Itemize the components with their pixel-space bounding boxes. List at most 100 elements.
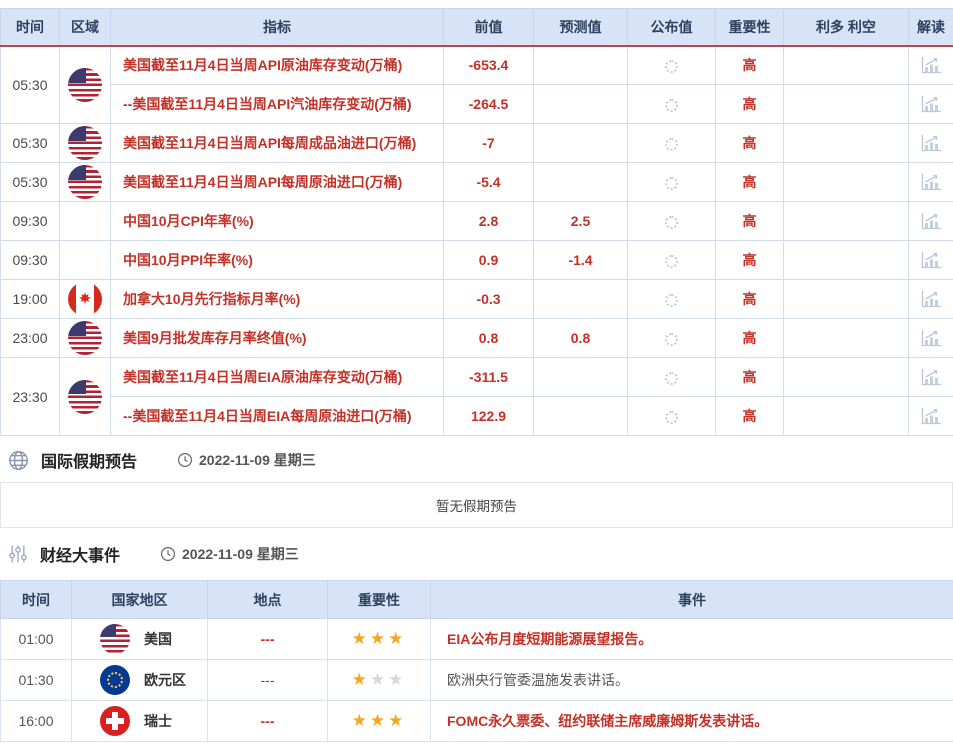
indicator-link[interactable]: 加拿大10月先行指标月率(%) xyxy=(123,291,300,307)
indicator-link[interactable]: 美国截至11月4日当周API每周原油进口(万桶) xyxy=(123,174,402,190)
indicator-link[interactable]: 美国截至11月4日当周API原油库存变动(万桶) xyxy=(123,57,402,73)
region-flag-icon xyxy=(68,282,102,316)
importance-label: 高 xyxy=(743,213,757,229)
chart-icon[interactable] xyxy=(920,173,942,192)
loading-spinner-icon xyxy=(665,216,678,229)
previous-value: 2.8 xyxy=(444,202,534,241)
importance-stars: ★★★ xyxy=(352,670,407,689)
indicator-link[interactable]: 中国10月PPI年率(%) xyxy=(123,252,253,268)
star-icon: ★ xyxy=(388,711,406,730)
col-header-importance: 重要性 xyxy=(716,9,784,46)
importance-cell: 高 xyxy=(716,46,784,85)
country-flag-icon xyxy=(100,665,130,695)
chart-icon[interactable] xyxy=(920,407,942,426)
indicator-link[interactable]: 美国截至11月4日当周EIA原油库存变动(万桶) xyxy=(123,369,402,385)
indicator-cell: 中国10月PPI年率(%) xyxy=(111,241,444,280)
loading-spinner-icon xyxy=(665,372,678,385)
time-cell: 01:00 xyxy=(1,619,72,660)
chart-icon[interactable] xyxy=(920,134,942,153)
indicator-cell: --美国截至11月4日当周API汽油库存变动(万桶) xyxy=(111,85,444,124)
location-cell: --- xyxy=(208,701,328,742)
published-cell xyxy=(628,85,716,124)
location-label: --- xyxy=(261,713,275,729)
event-link[interactable]: 欧洲央行管委温施发表讲话。 xyxy=(447,672,629,688)
interpret-cell xyxy=(909,163,953,202)
time-cell: 09:30 xyxy=(1,202,60,241)
star-icon: ★ xyxy=(352,711,370,730)
location-label: --- xyxy=(261,672,275,688)
table-row: 01:00 美国 --- ★★★ EIA公布月度短期能源展望报告。 xyxy=(1,619,953,660)
forecast-value xyxy=(534,280,628,319)
maple-leaf-icon xyxy=(78,292,93,307)
interpret-cell xyxy=(909,280,953,319)
interpret-cell xyxy=(909,358,953,397)
importance-cell: 高 xyxy=(716,280,784,319)
importance-stars: ★★★ xyxy=(352,629,407,648)
loading-spinner-icon xyxy=(665,99,678,112)
indicator-link[interactable]: 中国10月CPI年率(%) xyxy=(123,213,254,229)
published-cell xyxy=(628,280,716,319)
previous-value-label: 2.8 xyxy=(479,213,498,229)
chart-icon[interactable] xyxy=(920,212,942,231)
interpret-cell xyxy=(909,124,953,163)
indicator-link[interactable]: --美国截至11月4日当周EIA每周原油进口(万桶) xyxy=(123,408,412,424)
region-cell xyxy=(60,46,111,124)
chart-icon[interactable] xyxy=(920,290,942,309)
indicator-cell: 美国截至11月4日当周EIA原油库存变动(万桶) xyxy=(111,358,444,397)
previous-value: -0.3 xyxy=(444,280,534,319)
time-label: 23:30 xyxy=(12,389,47,405)
indicator-cell: --美国截至11月4日当周EIA每周原油进口(万桶) xyxy=(111,397,444,436)
globe-icon xyxy=(8,450,29,471)
event-link[interactable]: EIA公布月度短期能源展望报告。 xyxy=(447,631,652,647)
col-header-country: 国家地区 xyxy=(72,581,208,619)
chart-icon[interactable] xyxy=(920,251,942,270)
col-header-event: 事件 xyxy=(431,581,953,619)
col-header-forecast: 预测值 xyxy=(534,9,628,46)
importance-stars: ★★★ xyxy=(352,711,407,730)
region-cell xyxy=(60,319,111,358)
forecast-value xyxy=(534,124,628,163)
star-icon: ★ xyxy=(370,670,388,689)
chart-icon[interactable] xyxy=(920,56,942,75)
country-flag-icon xyxy=(100,624,130,654)
importance-cell: 高 xyxy=(716,124,784,163)
star-icon: ★ xyxy=(388,629,406,648)
forecast-value xyxy=(534,46,628,85)
previous-value-label: -264.5 xyxy=(469,96,509,112)
loading-spinner-icon xyxy=(665,255,678,268)
importance-cell: 高 xyxy=(716,202,784,241)
indicator-cell: 加拿大10月先行指标月率(%) xyxy=(111,280,444,319)
interpret-cell xyxy=(909,397,953,436)
importance-label: 高 xyxy=(743,369,757,385)
importance-cell: 高 xyxy=(716,241,784,280)
loading-spinner-icon xyxy=(665,177,678,190)
events-table: 时间 国家地区 地点 重要性 事件 01:00 美国 --- ★★★ EIA公布… xyxy=(0,580,953,742)
country-name: 欧元区 xyxy=(144,670,186,690)
col-header-region: 区域 xyxy=(60,9,111,46)
bulls-bears-cell xyxy=(784,124,909,163)
region-flag-icon xyxy=(68,126,102,160)
chart-icon[interactable] xyxy=(920,368,942,387)
bulls-bears-cell xyxy=(784,85,909,124)
region-flag-icon xyxy=(68,68,102,102)
region-cell xyxy=(60,241,111,280)
forecast-value: -1.4 xyxy=(534,241,628,280)
region-cell xyxy=(60,163,111,202)
time-label: 09:30 xyxy=(12,213,47,229)
indicator-link[interactable]: 美国9月批发库存月率终值(%) xyxy=(123,330,307,346)
location-cell: --- xyxy=(208,619,328,660)
country-name: 瑞士 xyxy=(144,711,172,731)
chart-icon[interactable] xyxy=(920,95,942,114)
loading-spinner-icon xyxy=(665,294,678,307)
loading-spinner-icon xyxy=(665,138,678,151)
event-link[interactable]: FOMC永久票委、纽约联储主席威廉姆斯发表讲话。 xyxy=(447,713,768,729)
previous-value-label: -653.4 xyxy=(469,57,509,73)
star-icon: ★ xyxy=(352,629,370,648)
chart-icon[interactable] xyxy=(920,329,942,348)
importance-cell: 高 xyxy=(716,397,784,436)
indicator-link[interactable]: --美国截至11月4日当周API汽油库存变动(万桶) xyxy=(123,96,412,112)
holiday-date-label: 2022-11-09 星期三 xyxy=(199,450,316,470)
indicator-link[interactable]: 美国截至11月4日当周API每周成品油进口(万桶) xyxy=(123,135,416,151)
previous-value-label: 0.8 xyxy=(479,330,498,346)
time-cell: 05:30 xyxy=(1,163,60,202)
